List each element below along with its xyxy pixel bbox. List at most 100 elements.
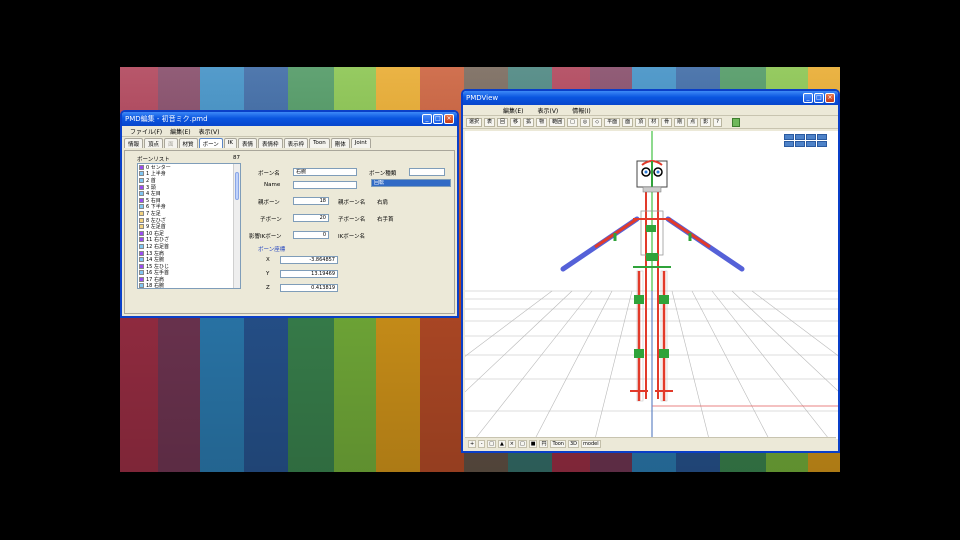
child-bone-name-label: 子ボーン名: [338, 217, 366, 223]
toolbar-button[interactable]: 範囲: [549, 117, 566, 127]
bone-type-icon: [139, 243, 144, 249]
ik-bone-field[interactable]: 0: [293, 231, 329, 239]
pmd-editor-window[interactable]: PMD編集 - 初音ミク.pmd _ □ × ファイル(F) 編集(E) 表示(…: [120, 110, 459, 318]
status-button[interactable]: 円: [539, 439, 549, 448]
bone-item-label: 18 右腕: [146, 283, 164, 289]
tab-material[interactable]: 材質: [178, 138, 198, 148]
status-button[interactable]: +: [468, 439, 477, 448]
tab-vertex[interactable]: 頂点: [144, 138, 164, 148]
view-toolbar: 選択表回移拡物範囲 □ ◎ ◇ 平面面頂材骨剛点影?: [463, 116, 838, 129]
child-bone-field[interactable]: 20: [293, 214, 329, 222]
bone-list[interactable]: 0 センター 1 上半身 2 首3 頭4 左目 5 右目 6 下半身 7 左足 8 左ひざ 9…: [137, 163, 241, 289]
tab-bone[interactable]: ボーン: [198, 138, 223, 148]
tab-ik[interactable]: IK: [223, 138, 238, 148]
child-bone-name-value: 右手首: [377, 217, 394, 223]
view-menu-view[interactable]: 表示(V): [537, 106, 558, 115]
3d-viewport[interactable]: [465, 131, 838, 439]
toolbar-button[interactable]: 点: [687, 117, 699, 127]
z-field[interactable]: 0.413819: [280, 284, 338, 292]
view-menu-info[interactable]: 情報(I): [572, 106, 590, 115]
status-button[interactable]: ▲: [497, 439, 506, 448]
menu-view[interactable]: 表示(V): [199, 127, 220, 136]
name-en-field[interactable]: [293, 181, 357, 189]
bone-type-icon: [139, 184, 144, 190]
menu-file[interactable]: ファイル(F): [130, 127, 162, 136]
bone-type-icon: [139, 224, 144, 230]
bone-type-icon: [139, 177, 144, 183]
minimize-icon[interactable]: _: [422, 114, 432, 124]
bone-type-icon: [139, 164, 144, 170]
toolbar-button[interactable]: ◇: [592, 117, 603, 127]
toolbar-button[interactable]: 材: [648, 117, 660, 127]
pmd-view-window[interactable]: PMDView _ □ × 編集(E) 表示(V) 情報(I) 選択表回移拡物範…: [461, 89, 840, 453]
tab-toon[interactable]: Toon: [309, 138, 330, 148]
status-button[interactable]: □: [487, 439, 496, 448]
toolbar-button[interactable]: 回: [497, 117, 509, 127]
bone-type-icon: [139, 257, 144, 263]
status-button[interactable]: -: [478, 439, 486, 448]
bone-name-label: ボーン名: [258, 171, 280, 177]
minimize-icon[interactable]: _: [803, 93, 813, 103]
toolbar-button[interactable]: ◎: [579, 117, 591, 127]
view-titlebar[interactable]: PMDView _ □ ×: [463, 91, 838, 105]
toolbar-button[interactable]: 選択: [466, 117, 483, 127]
status-button[interactable]: ■: [528, 439, 538, 448]
tab-morph[interactable]: 表情: [238, 138, 258, 148]
toolbar-button[interactable]: 移: [510, 117, 522, 127]
toolbar-button[interactable]: ?: [713, 117, 722, 127]
bone-type-icon: [139, 276, 144, 282]
toolbar-button[interactable]: 頂: [635, 117, 647, 127]
menu-edit[interactable]: 編集(E): [170, 127, 190, 136]
status-button[interactable]: □: [518, 439, 527, 448]
view-menubar: 編集(E) 表示(V) 情報(I): [463, 105, 838, 116]
view-menu-edit[interactable]: 編集(E): [503, 106, 523, 115]
bone-type-select[interactable]: 回転: [371, 179, 451, 187]
bone-type-icon: [139, 237, 144, 243]
parent-bone-name-label: 親ボーン名: [338, 200, 366, 206]
ik-bone-label: 影響IKボーン: [249, 234, 282, 240]
viewport-view-icons[interactable]: [784, 134, 836, 147]
toolbar-toggle-icon[interactable]: [731, 117, 740, 127]
toolbar-button[interactable]: 影: [700, 117, 712, 127]
x-field[interactable]: -3.864857: [280, 256, 338, 264]
toolbar-button[interactable]: 平面: [604, 117, 621, 127]
tab-face[interactable]: 面: [164, 138, 178, 148]
toolbar-button[interactable]: 剛: [674, 117, 686, 127]
y-field[interactable]: 13.19469: [280, 270, 338, 278]
tab-info[interactable]: 情報: [124, 138, 144, 148]
maximize-icon[interactable]: □: [814, 93, 824, 103]
bone-type-icon: [139, 210, 144, 216]
parent-bone-field[interactable]: 18: [293, 197, 329, 205]
tab-display-frame[interactable]: 表示枠: [283, 138, 309, 148]
bone-name-field[interactable]: 右腕: [293, 168, 357, 176]
parent-bone-name-value: 右肩: [377, 200, 389, 206]
bone-position-label: ボーン座標: [258, 247, 286, 253]
name-en-label: Name: [264, 182, 281, 188]
status-button[interactable]: ×: [507, 439, 516, 448]
editor-tabs: 情報 頂点 面 材質 ボーン IK 表情 表情枠 表示枠 Toon 剛体 Joi…: [122, 137, 457, 148]
toolbar-button[interactable]: 面: [622, 117, 634, 127]
scene-svg: [465, 131, 838, 439]
bone-type-icon: [139, 171, 144, 177]
tab-joint[interactable]: Joint: [350, 138, 371, 148]
bone-list-scrollbar[interactable]: [233, 164, 240, 288]
ik-bone-name-label: IKボーン名: [338, 234, 365, 240]
editor-titlebar[interactable]: PMD編集 - 初音ミク.pmd _ □ ×: [122, 112, 457, 126]
close-icon[interactable]: ×: [444, 114, 454, 124]
status-button[interactable]: model: [581, 439, 601, 448]
status-button[interactable]: 3D: [567, 439, 580, 448]
toolbar-button[interactable]: 物: [536, 117, 548, 127]
toolbar-button[interactable]: □: [567, 117, 578, 127]
bone-list-item[interactable]: 18 右腕: [138, 283, 240, 289]
bone-type-icon: [139, 263, 144, 269]
toolbar-button[interactable]: 拡: [523, 117, 535, 127]
tab-rigidbody[interactable]: 剛体: [330, 138, 350, 148]
tab-morph-frame[interactable]: 表情枠: [258, 138, 283, 148]
toolbar-button[interactable]: 表: [484, 117, 496, 127]
toolbar-button[interactable]: 骨: [661, 117, 673, 127]
status-button[interactable]: Toon: [550, 439, 566, 448]
close-icon[interactable]: ×: [825, 93, 835, 103]
maximize-icon[interactable]: □: [433, 114, 443, 124]
bone-type-icon: [139, 283, 144, 288]
bone-type-icon: [139, 204, 144, 210]
